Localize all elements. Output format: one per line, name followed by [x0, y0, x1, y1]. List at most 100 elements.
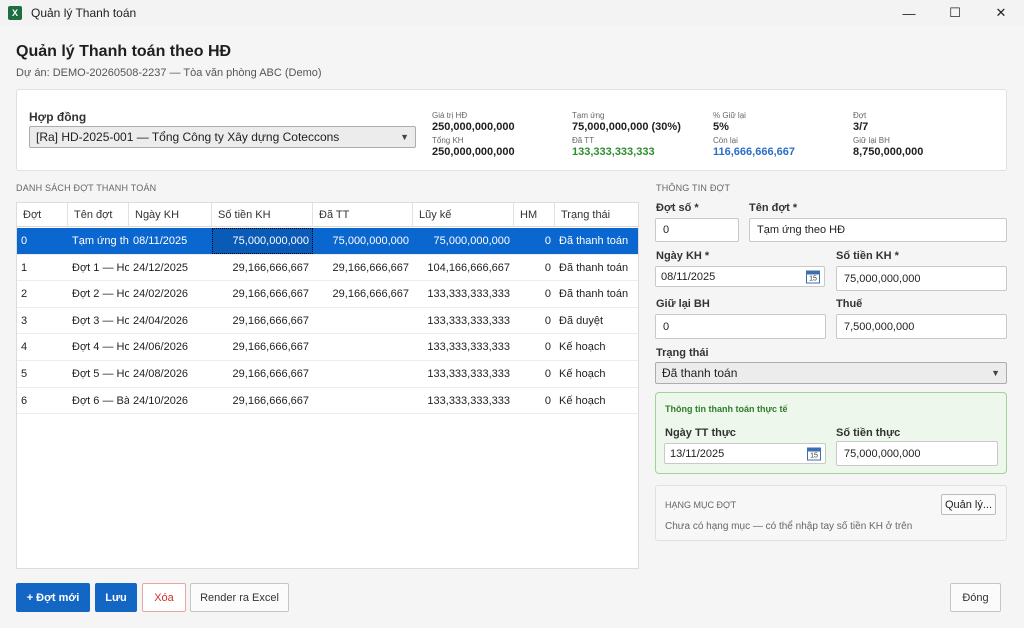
- cell-trang-thai[interactable]: Đã thanh toán: [555, 228, 638, 254]
- cell-hm[interactable]: 0: [514, 388, 555, 414]
- cell-so-tien-kh[interactable]: 29,166,666,667: [212, 361, 313, 387]
- cell-hm[interactable]: 0: [514, 308, 555, 334]
- cell-luy-ke[interactable]: 133,333,333,333: [413, 308, 514, 334]
- save-button[interactable]: Lưu: [95, 583, 137, 612]
- cell-so-tien-kh[interactable]: 75,000,000,000: [212, 228, 313, 254]
- so-tien-kh-input[interactable]: 75,000,000,000: [836, 266, 1007, 291]
- stat-value: 75,000,000,000 (30%): [572, 121, 681, 133]
- cell-luy-ke[interactable]: 133,333,333,333: [413, 388, 514, 414]
- cell-luy-ke[interactable]: 75,000,000,000: [413, 228, 514, 254]
- giu-lai-bh-input[interactable]: 0: [655, 314, 826, 339]
- cell-dot[interactable]: 2: [17, 281, 68, 307]
- table-row[interactable]: 1Đợt 1 — Hoàn thành móng24/12/202529,166…: [17, 254, 638, 282]
- cell-trang-thai[interactable]: Đã duyệt: [555, 308, 638, 334]
- stat-tam-ung: Tạm ứng 75,000,000,000 (30%): [572, 111, 681, 134]
- table-row[interactable]: 4Đợt 4 — Hoàn thiện24/06/202629,166,666,…: [17, 334, 638, 361]
- maximize-button[interactable]: ☐: [932, 0, 978, 26]
- stat-label: Tạm ứng: [572, 111, 605, 120]
- ngay-tt-date-picker[interactable]: 13/11/2025 15: [664, 443, 826, 464]
- cell-luy-ke[interactable]: 133,333,333,333: [413, 334, 514, 360]
- cell-so-tien-kh[interactable]: 29,166,666,667: [212, 281, 313, 307]
- cell-luy-ke[interactable]: 104,166,666,667: [413, 255, 514, 281]
- calendar-icon[interactable]: 15: [806, 270, 820, 283]
- cell-dot[interactable]: 5: [17, 361, 68, 387]
- payment-grid[interactable]: Đợt Tên đợt Ngày KH Số tiền KH Đã TT Lũy…: [16, 202, 639, 569]
- cell-da-tt[interactable]: 75,000,000,000: [313, 228, 413, 254]
- cell-da-tt[interactable]: 29,166,666,667: [313, 281, 413, 307]
- stat-label: Đã TT: [572, 136, 595, 145]
- col-header-hm[interactable]: HM: [514, 203, 555, 227]
- cell-ngay-kh[interactable]: 24/08/2026: [129, 361, 212, 387]
- new-payment-button[interactable]: + Đợt mới: [16, 583, 90, 612]
- cell-dot[interactable]: 3: [17, 308, 68, 334]
- contract-select[interactable]: [Ra] HD-2025-001 — Tổng Công ty Xây dựng…: [29, 126, 416, 148]
- cell-ten-dot[interactable]: Đợt 2 — Hoàn thành khung: [68, 281, 129, 307]
- excel-app-icon: X: [8, 6, 22, 20]
- manage-items-button[interactable]: Quản lý...: [941, 494, 996, 515]
- cell-trang-thai[interactable]: Kế hoạch: [555, 388, 638, 414]
- cell-hm[interactable]: 0: [514, 255, 555, 281]
- cell-dot[interactable]: 4: [17, 334, 68, 360]
- cell-da-tt[interactable]: [313, 334, 413, 360]
- render-excel-button[interactable]: Render ra Excel: [190, 583, 289, 612]
- table-row[interactable]: 6Đợt 6 — Bàn giao24/10/202629,166,666,66…: [17, 387, 638, 415]
- cell-ten-dot[interactable]: Đợt 1 — Hoàn thành móng: [68, 255, 129, 281]
- table-row[interactable]: 0Tạm ứng thi công08/11/202575,000,000,00…: [17, 228, 638, 255]
- cell-da-tt[interactable]: [313, 361, 413, 387]
- col-header-dot[interactable]: Đợt: [17, 203, 68, 227]
- cell-ngay-kh[interactable]: 08/11/2025: [129, 228, 212, 254]
- close-window-button[interactable]: ✕: [978, 0, 1024, 26]
- cell-so-tien-kh[interactable]: 29,166,666,667: [212, 334, 313, 360]
- cell-so-tien-kh[interactable]: 29,166,666,667: [212, 255, 313, 281]
- close-button[interactable]: Đóng: [950, 583, 1001, 612]
- cell-ngay-kh[interactable]: 24/02/2026: [129, 281, 212, 307]
- cell-ngay-kh[interactable]: 24/12/2025: [129, 255, 212, 281]
- cell-hm[interactable]: 0: [514, 281, 555, 307]
- cell-luy-ke[interactable]: 133,333,333,333: [413, 361, 514, 387]
- col-header-ngay-kh[interactable]: Ngày KH: [129, 203, 212, 227]
- cell-hm[interactable]: 0: [514, 228, 555, 254]
- calendar-icon[interactable]: 15: [807, 447, 821, 460]
- cell-trang-thai[interactable]: Đã thanh toán: [555, 281, 638, 307]
- col-header-ten-dot[interactable]: Tên đợt: [68, 203, 129, 227]
- so-tien-thuc-input[interactable]: 75,000,000,000: [836, 441, 998, 466]
- cell-dot[interactable]: 6: [17, 388, 68, 414]
- table-row[interactable]: 5Đợt 5 — Hoàn thiện24/08/202629,166,666,…: [17, 361, 638, 388]
- cell-ten-dot[interactable]: Đợt 5 — Hoàn thiện: [68, 361, 129, 387]
- cell-ten-dot[interactable]: Đợt 3 — Hoàn thiện: [68, 308, 129, 334]
- col-header-luy-ke[interactable]: Lũy kế: [413, 203, 514, 227]
- col-header-so-tien-kh[interactable]: Số tiền KH: [212, 203, 313, 227]
- thue-input[interactable]: 7,500,000,000: [836, 314, 1007, 339]
- cell-da-tt[interactable]: [313, 308, 413, 334]
- cell-da-tt[interactable]: [313, 388, 413, 414]
- table-row[interactable]: 3Đợt 3 — Hoàn thiện24/04/202629,166,666,…: [17, 307, 638, 335]
- table-row[interactable]: 2Đợt 2 — Hoàn thành khung24/02/202629,16…: [17, 281, 638, 308]
- ngay-kh-date-picker[interactable]: 08/11/2025 15: [655, 266, 825, 287]
- cell-trang-thai[interactable]: Kế hoạch: [555, 334, 638, 360]
- cell-trang-thai[interactable]: Kế hoạch: [555, 361, 638, 387]
- cell-so-tien-kh[interactable]: 29,166,666,667: [212, 308, 313, 334]
- cell-ten-dot[interactable]: Đợt 6 — Bàn giao: [68, 388, 129, 414]
- cell-ngay-kh[interactable]: 24/06/2026: [129, 334, 212, 360]
- cell-trang-thai[interactable]: Đã thanh toán: [555, 255, 638, 281]
- trang-thai-select[interactable]: Đã thanh toán ▼: [655, 362, 1007, 384]
- delete-button[interactable]: Xóa: [142, 583, 186, 612]
- col-header-trang-thai[interactable]: Trạng thái: [555, 203, 638, 227]
- cell-dot[interactable]: 1: [17, 255, 68, 281]
- stat-con-lai: Còn lại 116,666,666,667: [713, 136, 795, 159]
- ten-dot-input[interactable]: Tạm ứng theo HĐ: [749, 218, 1007, 242]
- cell-luy-ke[interactable]: 133,333,333,333: [413, 281, 514, 307]
- cell-da-tt[interactable]: 29,166,666,667: [313, 255, 413, 281]
- cell-so-tien-kh[interactable]: 29,166,666,667: [212, 388, 313, 414]
- col-header-da-tt[interactable]: Đã TT: [313, 203, 413, 227]
- dot-so-input[interactable]: 0: [655, 218, 739, 242]
- cell-ngay-kh[interactable]: 24/10/2026: [129, 388, 212, 414]
- minimize-button[interactable]: —: [886, 0, 932, 26]
- cell-ten-dot[interactable]: Đợt 4 — Hoàn thiện: [68, 334, 129, 360]
- cell-hm[interactable]: 0: [514, 334, 555, 360]
- cell-ngay-kh[interactable]: 24/04/2026: [129, 308, 212, 334]
- cell-hm[interactable]: 0: [514, 361, 555, 387]
- cell-dot[interactable]: 0: [17, 228, 68, 254]
- cell-ten-dot[interactable]: Tạm ứng thi công: [68, 228, 129, 254]
- stat-label: Còn lại: [713, 136, 738, 145]
